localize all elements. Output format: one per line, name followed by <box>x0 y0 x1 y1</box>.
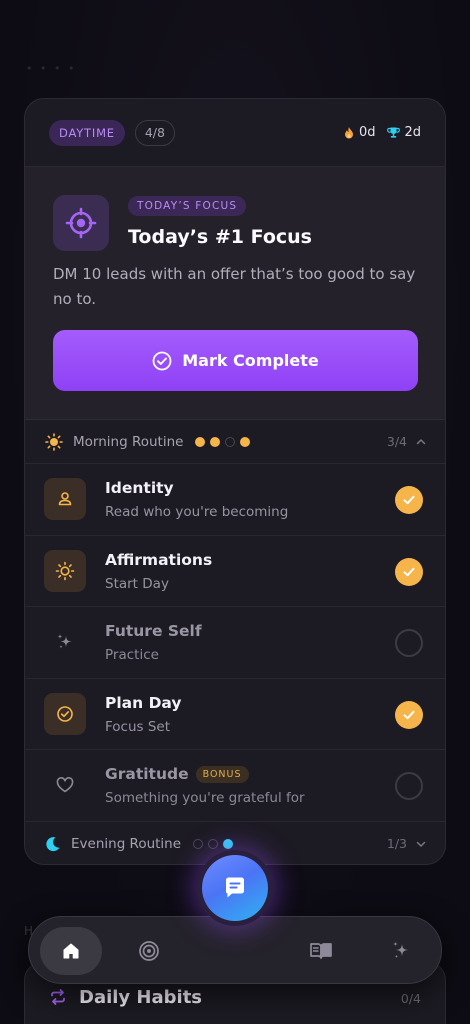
task-title: Affirmations <box>105 551 212 569</box>
person-icon <box>44 478 86 520</box>
target-icon <box>53 195 109 251</box>
check-circle-icon <box>152 351 172 370</box>
task-identity[interactable]: Identity Read who you're becoming <box>25 464 445 536</box>
streaks: 0d 2d <box>343 125 421 140</box>
task-subtitle: Read who you're becoming <box>105 504 289 520</box>
chevron-down-icon <box>416 841 426 847</box>
best-streak: 2d <box>387 125 421 140</box>
mark-complete-button[interactable]: Mark Complete <box>53 330 418 391</box>
task-title: Future Self <box>105 622 202 640</box>
morning-routine: Morning Routine 3/4 Identity Read who yo… <box>25 420 445 864</box>
daily-habits-title: Daily Habits <box>79 987 203 1008</box>
check-icon <box>403 495 415 505</box>
focus-tag: TODAY’S FOCUS <box>128 196 247 216</box>
progress-dot-complete <box>223 838 234 849</box>
task-affirmations[interactable]: Affirmations Start Day <box>25 536 445 607</box>
task-plan-day[interactable]: Plan Day Focus Set <box>25 679 445 750</box>
period-badge: DAYTIME <box>49 119 125 146</box>
focus-title: Today’s #1 Focus <box>128 226 312 248</box>
sparkle-icon <box>44 621 86 663</box>
nav-journal[interactable] <box>290 927 352 975</box>
nav-home[interactable] <box>40 927 102 975</box>
progress-dot-complete <box>195 436 206 447</box>
card-header: DAYTIME 4/8 0d 2d <box>25 99 445 167</box>
task-checkbox[interactable] <box>395 700 423 729</box>
focus-description: DM 10 leads with an offer that’s too goo… <box>53 265 416 308</box>
daily-habits-count: 0/4 <box>400 991 421 1006</box>
repeat-icon <box>51 989 65 1005</box>
task-subtitle: Practice <box>105 647 159 663</box>
progress-dot-pending <box>225 436 236 447</box>
task-title: Plan Day <box>105 694 182 712</box>
background-hint: • • • • <box>26 62 77 75</box>
trophy-icon <box>387 127 401 138</box>
morning-routine-header[interactable]: Morning Routine 3/4 <box>25 420 445 464</box>
nav-insights[interactable] <box>370 927 432 975</box>
progress-dot-pending <box>208 838 219 849</box>
task-title-text: Affirmations <box>105 550 213 569</box>
morning-routine-label: Morning Routine <box>73 433 184 450</box>
task-title: Identity <box>105 479 174 497</box>
chevron-up-icon <box>416 438 426 444</box>
progress-dot-complete <box>210 436 221 447</box>
task-title-text: Identity <box>105 479 174 497</box>
task-future-self[interactable]: Future Self Practice <box>25 607 445 679</box>
app-screen: • • • • DAYTIME 4/8 0d 2d TODAY’S FOCUS … <box>0 0 470 1024</box>
progress-dot-pending <box>193 838 204 849</box>
nav-focus[interactable] <box>118 927 180 975</box>
task-gratitude[interactable]: Gratitude BONUS Something you're gratefu… <box>25 750 445 822</box>
evening-progress-dots <box>193 838 234 849</box>
target-icon <box>139 941 159 961</box>
best-streak-value: 2d <box>404 125 421 140</box>
book-icon <box>310 943 332 959</box>
bottom-nav <box>28 916 442 984</box>
task-checkbox[interactable] <box>395 772 423 800</box>
heart-icon <box>44 764 86 806</box>
task-subtitle: Start Day <box>105 575 169 592</box>
sparkle-icon <box>393 941 408 959</box>
routine-card: DAYTIME 4/8 0d 2d TODAY’S FOCUS Today’s … <box>24 98 446 865</box>
current-streak-value: 0d <box>358 125 376 140</box>
task-title: Gratitude BONUS <box>105 765 249 783</box>
sun-icon <box>44 549 86 592</box>
task-title-text: Future Self <box>105 622 202 640</box>
task-subtitle: Focus Set <box>105 718 171 735</box>
check-icon <box>403 567 415 576</box>
check-icon <box>403 710 415 719</box>
morning-routine-ratio: 3/4 <box>386 434 407 449</box>
task-title-text: Gratitude <box>105 765 189 783</box>
task-checkbox[interactable] <box>395 486 423 514</box>
task-subtitle: Something you're grateful for <box>105 790 305 806</box>
evening-routine-ratio: 1/3 <box>386 836 407 851</box>
flame-icon <box>344 127 353 139</box>
home-icon <box>63 943 79 959</box>
moon-icon <box>46 836 60 851</box>
evening-routine-label: Evening Routine <box>71 835 182 852</box>
task-checkbox[interactable] <box>395 629 423 657</box>
check-circle-icon <box>44 692 86 735</box>
bonus-badge: BONUS <box>195 765 249 783</box>
sun-icon <box>45 432 63 451</box>
chat-fab-button[interactable] <box>202 855 268 921</box>
task-title-text: Plan Day <box>105 693 182 712</box>
progress-dot-complete <box>240 436 251 447</box>
task-checkbox[interactable] <box>395 557 423 586</box>
morning-progress-dots <box>195 436 251 447</box>
mark-complete-label: Mark Complete <box>182 351 319 370</box>
current-streak: 0d <box>343 125 376 140</box>
chat-icon <box>225 877 244 898</box>
progress-badge: 4/8 <box>134 119 175 146</box>
